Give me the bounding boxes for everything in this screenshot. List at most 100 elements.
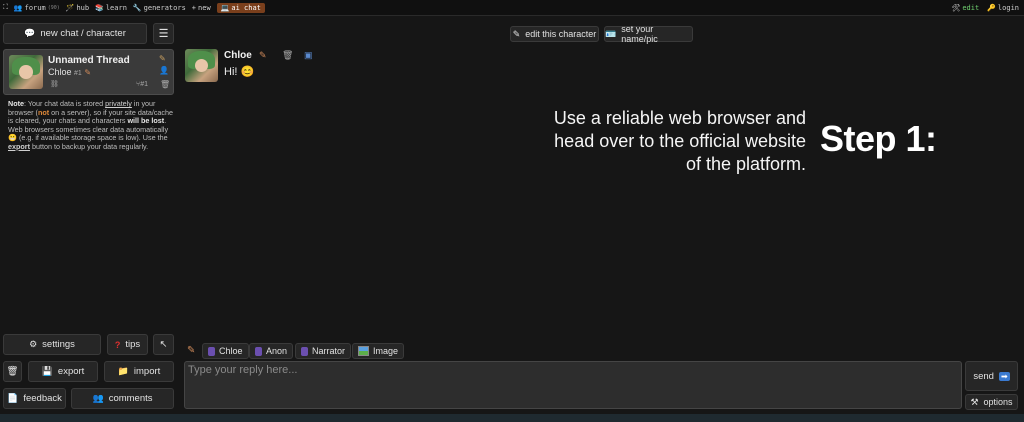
tag-icon[interactable]: ✎ bbox=[159, 54, 166, 63]
image-icon bbox=[358, 346, 369, 356]
edit-character-button[interactable]: ✎ edit this character bbox=[510, 26, 599, 42]
person-icon[interactable]: 👤 bbox=[159, 66, 169, 75]
nav-login-label: login bbox=[997, 3, 1019, 12]
options-label: options bbox=[983, 397, 1013, 407]
settings-button[interactable]: ⚙ settings bbox=[3, 334, 101, 355]
character-icon bbox=[301, 346, 308, 356]
step-title: Step 1: bbox=[820, 118, 937, 159]
chip-anon[interactable]: Anon bbox=[249, 343, 294, 359]
nav-left: ⛶ 👥 forum (90) 🪄 hub 📚 learn 🔧 generator… bbox=[3, 0, 265, 15]
trash-icon[interactable]: 🗑 bbox=[160, 80, 170, 89]
thread-message-count: #1 bbox=[140, 81, 148, 88]
character-icon bbox=[255, 346, 262, 356]
hamburger-icon: ☰ bbox=[158, 28, 169, 40]
thread-character: Chloe #1 ✎ bbox=[48, 67, 91, 77]
chip-image-label: Image bbox=[373, 346, 399, 356]
settings-label: settings bbox=[42, 339, 75, 350]
thread-character-number: #1 bbox=[74, 70, 82, 77]
nav-new-label: new bbox=[198, 3, 211, 12]
set-name-button[interactable]: 🪪 set your name/pic bbox=[604, 24, 693, 44]
delete-message-icon[interactable]: 🗑 bbox=[282, 50, 293, 61]
nav-learn[interactable]: 📚 learn bbox=[95, 4, 127, 12]
pencil-icon[interactable]: ✎ bbox=[84, 68, 91, 77]
character-icon bbox=[208, 346, 215, 356]
edit-message-icon[interactable]: ✎ bbox=[259, 50, 267, 61]
export-label: export bbox=[57, 366, 85, 377]
export-button[interactable]: 💾 export bbox=[28, 361, 98, 382]
forum-count-badge: (90) bbox=[47, 4, 60, 11]
new-chat-label: new chat / character bbox=[40, 28, 126, 39]
message-author: Chloe bbox=[224, 50, 252, 61]
chip-narrator[interactable]: Narrator bbox=[295, 343, 352, 359]
step-instruction: Use a reliable web browser and head over… bbox=[553, 108, 806, 174]
chip-image[interactable]: Image bbox=[352, 343, 405, 359]
key-icon: 🔑 bbox=[987, 3, 996, 12]
edit-character-label: edit this character bbox=[525, 29, 597, 39]
tips-label: tips bbox=[125, 339, 141, 350]
books-icon: 📚 bbox=[95, 3, 104, 12]
import-button[interactable]: 📁 import bbox=[104, 361, 174, 382]
thread-character-name: Chloe bbox=[48, 67, 72, 77]
speech-bubble-icon: 💬 bbox=[24, 28, 36, 38]
new-chat-button[interactable]: 💬 new chat / character bbox=[3, 23, 147, 44]
computer-icon: 💻 bbox=[220, 3, 230, 12]
gear-icon: ⚙ bbox=[29, 339, 38, 349]
reply-placeholder: Type your reply here... bbox=[188, 364, 298, 376]
chip-narrator-label: Narrator bbox=[312, 346, 346, 356]
message-count: ⑂#1 bbox=[136, 81, 148, 88]
feedback-button[interactable]: 📄 feedback bbox=[3, 388, 66, 409]
nav-hub-label: hub bbox=[76, 3, 90, 12]
tools-icon: 🛠 bbox=[951, 3, 961, 12]
fullscreen-icon[interactable]: ⛶ bbox=[3, 3, 8, 12]
tools-icon: ⚒ bbox=[970, 396, 979, 407]
thread-card[interactable]: Unnamed Thread Chloe #1 ✎ ✎ 👤 ⛓ ⑂#1 🗑 bbox=[3, 49, 174, 95]
menu-button[interactable]: ☰ bbox=[153, 23, 174, 44]
pencil-icon: ✎ bbox=[512, 28, 521, 39]
note-text-5: button to backup your data regularly. bbox=[29, 141, 149, 151]
writing-icon[interactable]: ✎ bbox=[187, 345, 195, 356]
wrench-icon: 🔧 bbox=[132, 3, 142, 12]
import-label: import bbox=[133, 366, 161, 377]
nav-generators-label: generators bbox=[143, 3, 186, 12]
plus-icon: + bbox=[191, 3, 197, 12]
nav-ai-chat[interactable]: 💻 ai chat bbox=[216, 2, 265, 13]
arrow-right-icon: ➡ bbox=[998, 371, 1010, 381]
nav-generators[interactable]: 🔧 generators bbox=[133, 4, 186, 12]
link-icon[interactable]: ⛓ bbox=[50, 80, 59, 88]
nav-edit[interactable]: 🛠 edit bbox=[951, 4, 979, 12]
message-text: Hi! 😊 bbox=[224, 65, 254, 78]
set-name-label: set your name/pic bbox=[621, 24, 658, 44]
arrow-up-left-icon: ↖ bbox=[159, 339, 168, 350]
chip-anon-label: Anon bbox=[266, 346, 288, 356]
feedback-label: feedback bbox=[23, 393, 62, 404]
thread-title: Unnamed Thread bbox=[48, 55, 130, 66]
nav-forum[interactable]: 👥 forum (90) bbox=[14, 4, 60, 12]
question-icon: ? bbox=[114, 339, 121, 350]
trash-icon: 🗑 bbox=[6, 366, 19, 377]
send-button[interactable]: send ➡ bbox=[965, 361, 1018, 391]
avatar bbox=[9, 55, 43, 89]
collapse-button[interactable]: ↖ bbox=[153, 334, 174, 355]
folder-icon: 📁 bbox=[117, 366, 129, 376]
comments-label: comments bbox=[108, 393, 153, 404]
chip-chloe[interactable]: Chloe bbox=[202, 343, 249, 359]
wand-icon: 🪄 bbox=[65, 3, 75, 12]
nav-login[interactable]: 🔑 login bbox=[987, 4, 1019, 12]
forum-icon: 👥 bbox=[13, 3, 23, 12]
nav-hub[interactable]: 🪄 hub bbox=[66, 4, 89, 12]
floppy-icon: 💾 bbox=[41, 366, 53, 376]
reply-input[interactable]: Type your reply here... bbox=[184, 361, 962, 409]
message-body: Hi! bbox=[224, 66, 238, 78]
tips-button[interactable]: ? tips bbox=[107, 334, 148, 355]
comments-button[interactable]: 👥 comments bbox=[71, 388, 174, 409]
document-icon: 📄 bbox=[7, 393, 19, 403]
nav-learn-label: learn bbox=[105, 3, 127, 12]
id-card-icon: 🪪 bbox=[605, 28, 617, 39]
info-icon[interactable]: ▣ bbox=[304, 50, 313, 61]
smile-icon: 😊 bbox=[240, 66, 255, 78]
message-avatar bbox=[185, 49, 218, 82]
delete-all-button[interactable]: 🗑 bbox=[3, 361, 22, 382]
options-button[interactable]: ⚒ options bbox=[965, 394, 1018, 410]
nav-new[interactable]: + new bbox=[192, 4, 211, 12]
note-export-link[interactable]: export bbox=[8, 142, 30, 151]
